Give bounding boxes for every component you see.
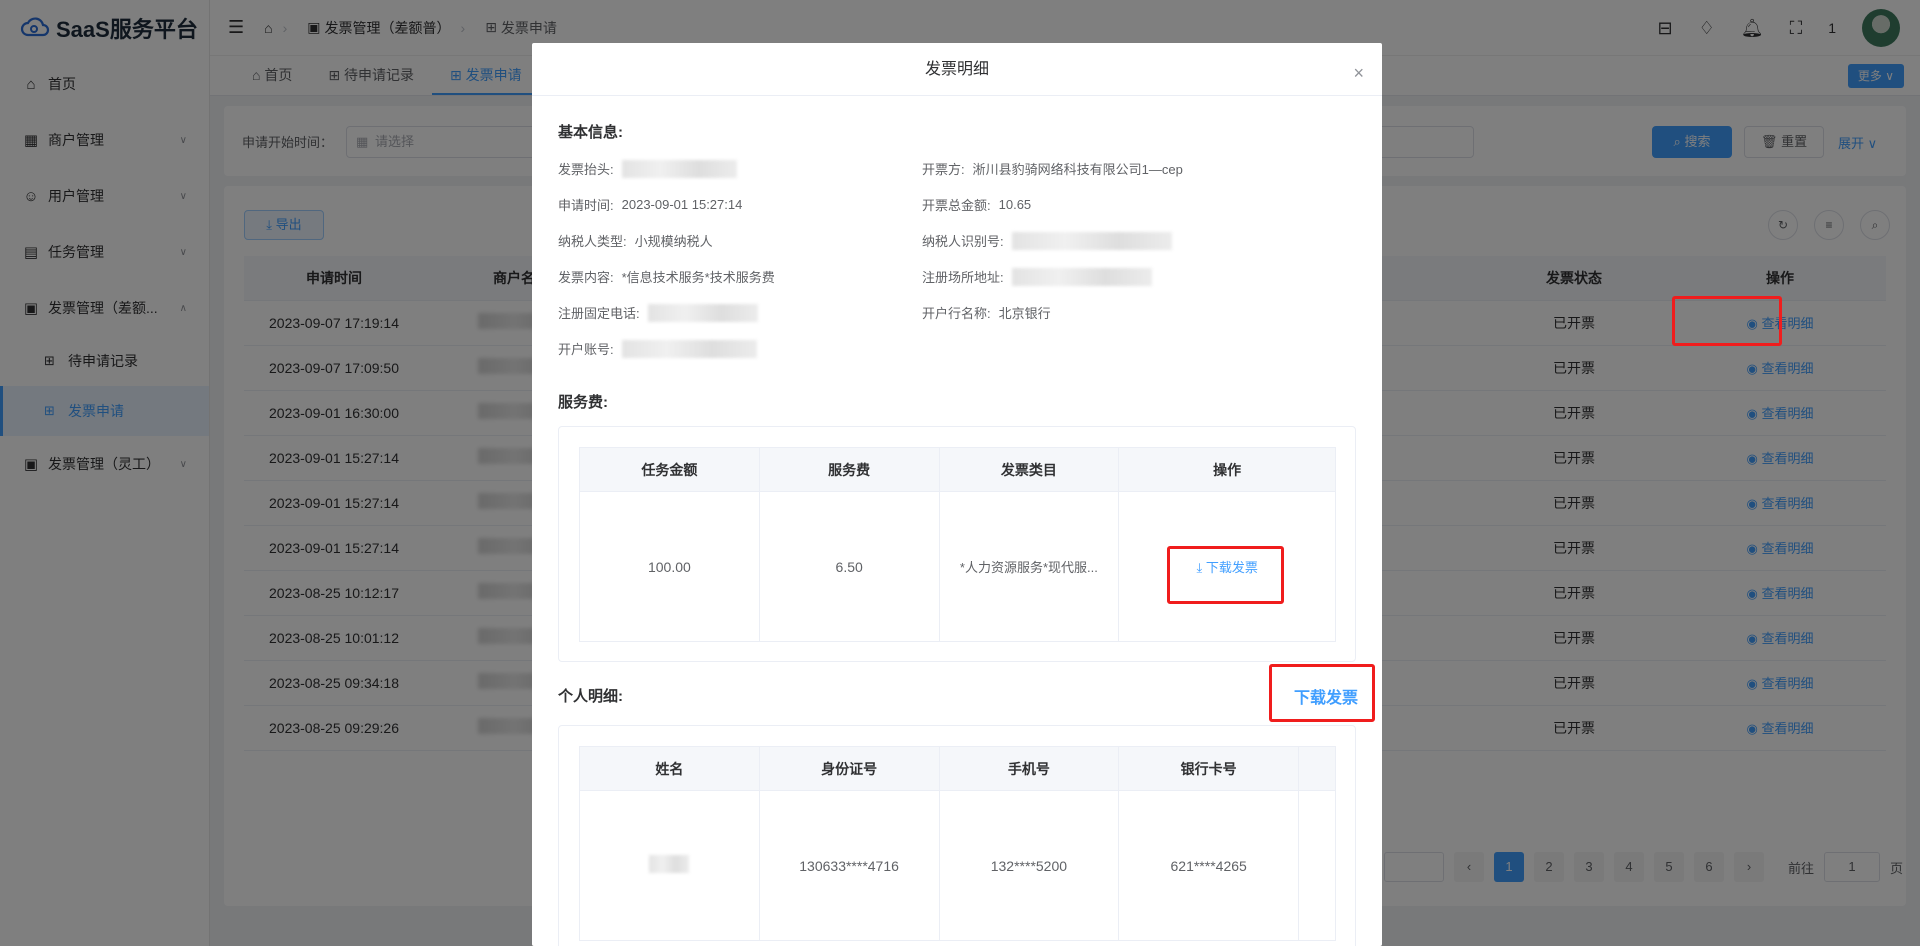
taxpayer-type-row: 纳税人类型: 小规模纳税人 [558,234,713,249]
issuer-row: 开票方: 淅川县豹骑网络科技有限公司1—cep [922,162,1183,177]
personal-detail-table: 姓名 身份证号 手机号 银行卡号 130633****4716 132****5… [579,746,1336,941]
phone-number: 132****5200 [938,790,1120,941]
taxpayer-id-row: 纳税人识别号: [922,231,1172,250]
masked-value [1011,231,1172,250]
masked-value [647,303,758,322]
column-header: 发票类目 [938,447,1120,492]
highlight-box [1167,546,1284,604]
column-header: 姓名 [579,746,760,791]
personal-detail-title: 个人明细: [558,688,623,705]
phone-row: 注册固定电话: [558,303,758,322]
masked-value [1011,267,1152,286]
personal-download-button[interactable]: 下载发票 [1294,684,1358,708]
address-row: 注册场所地址: [922,267,1152,286]
column-header: 服务费 [758,447,940,492]
service-fee-card: 任务金额 服务费 发票类目 操作 100.00 6.50 *人力资源服务*现代服… [558,426,1356,662]
close-icon[interactable]: × [1353,47,1364,100]
bank-account-row: 开户账号: [558,339,757,358]
apply-time-row: 申请时间: 2023-09-01 15:27:14 [558,197,743,213]
masked-value [621,339,757,358]
total-amount-row: 开票总金额: 10.65 [922,197,1032,213]
invoice-detail-modal: 发票明细 × 基本信息: 发票抬头: 开票方: 淅川县豹骑网络科技有限公司1—c… [532,43,1382,946]
service-fee: 6.50 [758,491,940,642]
column-header: 操作 [1118,447,1336,492]
masked-value [621,159,737,178]
modal-title: 发票明细 [924,61,989,78]
column-header: 银行卡号 [1118,746,1300,791]
service-fee-title: 服务费: [558,394,608,411]
id-number: 130633****4716 [758,790,940,941]
invoice-content-row: 发票内容: *信息技术服务*技术服务费 [558,270,775,285]
table-row: 130633****4716 132****5200 621****4265 [579,790,1336,941]
personal-detail-card: 姓名 身份证号 手机号 银行卡号 130633****4716 132****5… [558,725,1356,946]
masked-name [649,855,690,873]
modal-header: 发票明细 × [532,43,1382,96]
column-header: 任务金额 [579,447,760,492]
invoice-category: *人力资源服务*现代服... [938,491,1120,642]
bank-name-row: 开户行名称: 北京银行 [922,306,1051,321]
service-fee-table: 任务金额 服务费 发票类目 操作 100.00 6.50 *人力资源服务*现代服… [579,447,1336,642]
column-header: 身份证号 [758,746,940,791]
bank-card-number: 621****4265 [1118,790,1300,941]
basic-info-title: 基本信息: [558,124,623,141]
task-amount: 100.00 [579,491,760,642]
invoice-header-row: 发票抬头: [558,159,737,178]
highlight-box [1672,296,1782,346]
column-header: 手机号 [938,746,1120,791]
